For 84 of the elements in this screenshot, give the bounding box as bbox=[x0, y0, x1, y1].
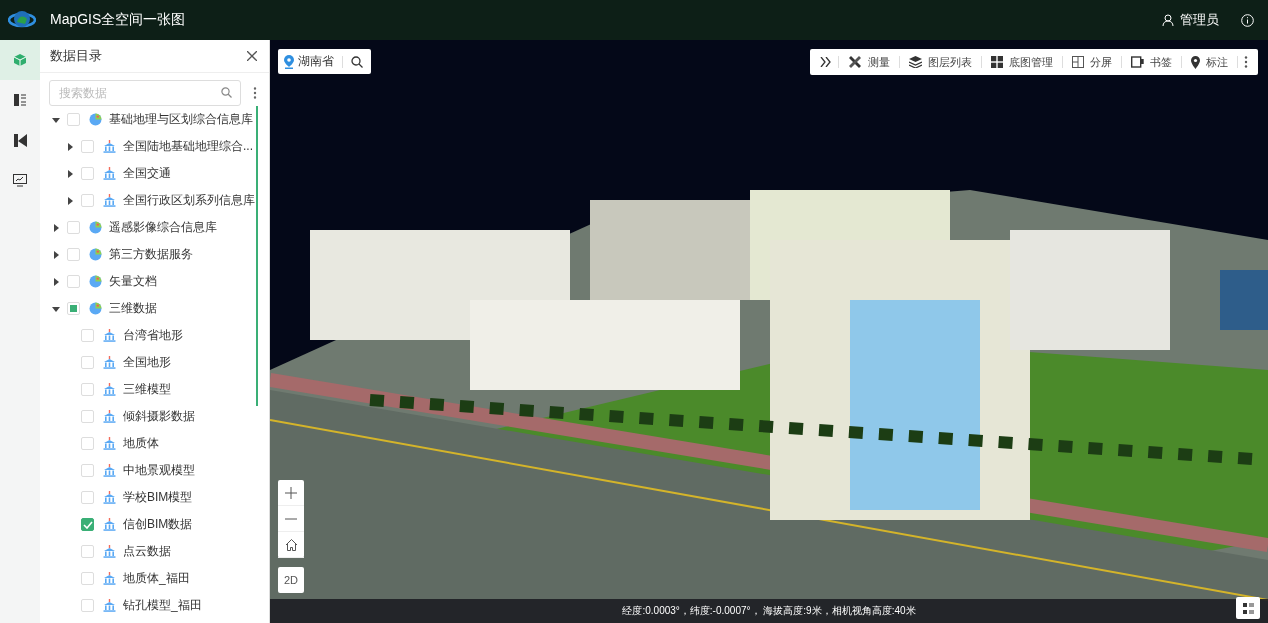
home-icon bbox=[284, 538, 298, 551]
tree-item[interactable]: 学校BIM模型 bbox=[123, 489, 193, 506]
pie-chart-icon bbox=[89, 248, 102, 261]
tree-item[interactable]: 遥感影像综合信息库 bbox=[109, 219, 217, 236]
scrollbar[interactable] bbox=[256, 106, 258, 406]
pie-chart-icon bbox=[89, 302, 102, 315]
building-icon bbox=[103, 410, 116, 423]
tool-button[interactable]: 图层列表 bbox=[906, 54, 975, 70]
caret-icon[interactable] bbox=[66, 142, 74, 151]
plus-icon bbox=[285, 486, 297, 499]
tree-item[interactable]: 中地景观模型 bbox=[123, 462, 195, 479]
ruler-pencil-icon bbox=[848, 55, 862, 69]
tool-button[interactable]: 书签 bbox=[1128, 54, 1175, 70]
split-screen-icon bbox=[1072, 56, 1084, 68]
checkbox[interactable] bbox=[81, 518, 94, 531]
building-icon bbox=[103, 194, 116, 207]
building-icon bbox=[103, 437, 116, 450]
tree-item[interactable]: 三维数据 bbox=[109, 300, 157, 317]
info-icon[interactable] bbox=[1241, 13, 1254, 27]
pin-icon bbox=[1191, 55, 1200, 69]
caret-icon[interactable] bbox=[52, 250, 60, 259]
tree-item[interactable]: 全国地形 bbox=[123, 354, 171, 371]
search-icon[interactable] bbox=[351, 55, 363, 68]
list-icon bbox=[14, 94, 26, 106]
pie-chart-icon bbox=[89, 275, 102, 288]
expand-icon[interactable] bbox=[820, 57, 832, 67]
app-title: MapGIS全空间一张图 bbox=[50, 11, 186, 29]
region-name[interactable]: 湖南省 bbox=[298, 53, 334, 70]
tool-button[interactable]: 测量 bbox=[845, 54, 893, 70]
caret-icon[interactable] bbox=[52, 223, 60, 232]
building-icon bbox=[103, 140, 116, 153]
building-icon bbox=[103, 491, 116, 504]
search-field[interactable]: 搜索数据 bbox=[49, 80, 241, 106]
building-icon bbox=[103, 545, 116, 558]
tool-button[interactable]: 标注 bbox=[1188, 54, 1231, 70]
caret-icon[interactable] bbox=[52, 304, 60, 313]
tree-item[interactable]: 基础地理与区划综合信息库 bbox=[109, 111, 253, 128]
user-icon bbox=[1162, 14, 1174, 26]
caret-icon[interactable] bbox=[66, 196, 74, 205]
user-name[interactable]: 管理员 bbox=[1180, 11, 1219, 29]
tree-item[interactable]: 倾斜摄影数据 bbox=[123, 408, 195, 425]
view-mode-button[interactable]: 2D bbox=[278, 567, 304, 593]
pie-chart-icon bbox=[89, 221, 102, 234]
layers-icon bbox=[909, 56, 922, 68]
tree-item[interactable]: 三维模型 bbox=[123, 381, 171, 398]
tree-item[interactable]: 全国交通 bbox=[123, 165, 171, 182]
more-icon[interactable] bbox=[1244, 56, 1248, 68]
tree-item[interactable]: 矢量文档 bbox=[109, 273, 157, 290]
building-icon bbox=[103, 329, 116, 342]
caret-icon[interactable] bbox=[52, 277, 60, 286]
pie-chart-icon bbox=[89, 113, 102, 126]
tree-item[interactable]: 点云数据 bbox=[123, 543, 171, 560]
building-icon bbox=[103, 599, 116, 612]
tree-item[interactable]: 信创BIM数据 bbox=[123, 516, 193, 533]
monitor-icon bbox=[13, 173, 27, 187]
tree-item[interactable]: 地质体_福田 bbox=[123, 570, 190, 587]
caret-icon[interactable] bbox=[66, 169, 74, 178]
close-icon[interactable] bbox=[247, 51, 257, 61]
tree-item[interactable]: 钻孔模型_福田 bbox=[123, 597, 202, 614]
tree-item[interactable]: 全国行政区划系列信息库 bbox=[123, 192, 255, 209]
panel-title: 数据目录 bbox=[50, 47, 102, 65]
tree-item[interactable]: 地质体 bbox=[123, 435, 159, 452]
building-icon bbox=[103, 167, 116, 180]
tree-item[interactable]: 全国陆地基础地理综合... bbox=[123, 138, 253, 155]
caret-icon[interactable] bbox=[52, 115, 60, 124]
coordinates-text: 经度:0.0003°，纬度:-0.0007°， 海拔高度:9米，相机视角高度:40米 bbox=[622, 604, 916, 618]
grid-icon bbox=[991, 56, 1003, 68]
building-icon bbox=[103, 383, 116, 396]
pin-icon bbox=[284, 54, 294, 69]
bookmark-icon bbox=[1131, 56, 1144, 68]
minus-icon bbox=[285, 517, 297, 520]
list-icon bbox=[1242, 602, 1254, 614]
cube-icon bbox=[13, 53, 27, 67]
building-icon bbox=[103, 572, 116, 585]
tree-item[interactable]: 台湾省地形 bbox=[123, 327, 183, 344]
location-search[interactable]: 湖南省 bbox=[278, 49, 371, 74]
layout-button[interactable] bbox=[1236, 597, 1260, 619]
tree-item[interactable]: 第三方数据服务 bbox=[109, 246, 193, 263]
building-icon bbox=[103, 356, 116, 369]
more-icon[interactable] bbox=[253, 87, 257, 99]
tool-button[interactable]: 分屏 bbox=[1069, 54, 1115, 70]
building-icon bbox=[103, 464, 116, 477]
building-icon bbox=[103, 518, 116, 531]
tool-button[interactable]: 底图管理 bbox=[988, 54, 1056, 70]
